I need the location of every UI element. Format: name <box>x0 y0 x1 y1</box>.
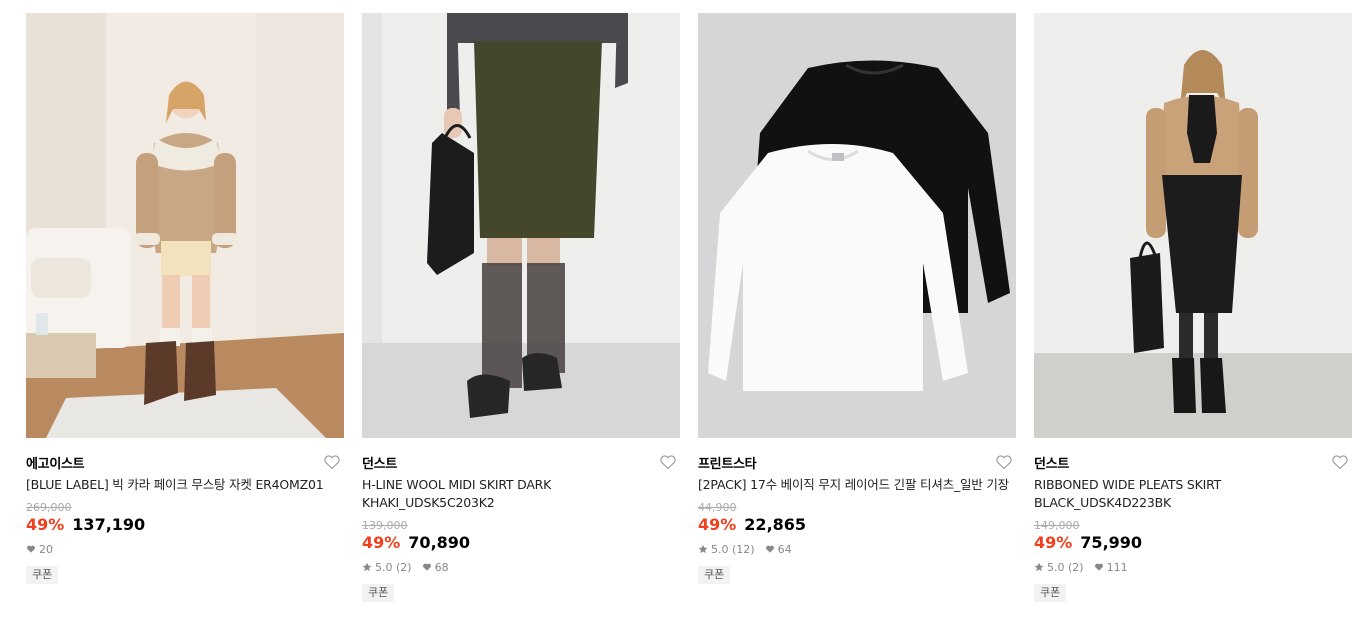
coupon-badge: 쿠폰 <box>26 566 59 584</box>
heart-icon[interactable] <box>1331 453 1349 471</box>
product-image[interactable] <box>26 13 344 438</box>
rating: 5.0 (2) <box>375 560 412 574</box>
product-card[interactable]: 에고이스트 [BLUE LABEL] 빅 카라 페이크 무스탕 자켓 ER4OM… <box>26 13 344 602</box>
star-icon <box>1034 562 1044 572</box>
star-icon <box>698 544 708 554</box>
product-title[interactable]: [BLUE LABEL] 빅 카라 페이크 무스탕 자켓 ER4OMZ01 <box>26 476 344 494</box>
heart-filled-icon <box>27 545 35 553</box>
product-title[interactable]: H-LINE WOOL MIDI SKIRT DARK KHAKI_UDSK5C… <box>362 476 680 512</box>
heart-filled-icon <box>422 563 431 571</box>
heart-icon[interactable] <box>323 453 341 471</box>
heart-filled-icon <box>765 545 774 553</box>
product-card[interactable]: 던스트 H-LINE WOOL MIDI SKIRT DARK KHAKI_UD… <box>362 13 680 602</box>
original-price: 149,000 <box>1034 519 1080 532</box>
like-count: 64 <box>777 542 792 556</box>
heart-filled-icon <box>1094 563 1103 571</box>
product-image[interactable] <box>1034 13 1352 438</box>
product-title[interactable]: [2PACK] 17수 베이직 무지 레이어드 긴팔 티셔츠_일반 기장 <box>698 476 1016 494</box>
discount-rate: 49% <box>698 515 737 534</box>
product-grid: 에고이스트 [BLUE LABEL] 빅 카라 페이크 무스탕 자켓 ER4OM… <box>26 13 1352 602</box>
product-meta: 5.0 (2) 68 <box>362 560 680 574</box>
sale-price: 75,990 <box>1080 533 1143 552</box>
sale-price: 70,890 <box>408 533 471 552</box>
like-count: 111 <box>1106 560 1128 574</box>
brand-name[interactable]: 던스트 <box>1034 453 1069 472</box>
product-image[interactable] <box>362 13 680 438</box>
heart-icon[interactable] <box>995 453 1013 471</box>
product-image[interactable] <box>698 13 1016 438</box>
coupon-badge: 쿠폰 <box>362 584 395 602</box>
brand-name[interactable]: 던스트 <box>362 453 397 472</box>
rating: 5.0 (2) <box>1047 560 1084 574</box>
discount-rate: 49% <box>362 533 401 552</box>
discount-rate: 49% <box>1034 533 1073 552</box>
product-meta: 5.0 (2) 111 <box>1034 560 1352 574</box>
coupon-badge: 쿠폰 <box>698 566 731 584</box>
product-title[interactable]: RIBBONED WIDE PLEATS SKIRT BLACK_UDSK4D2… <box>1034 476 1352 512</box>
discount-rate: 49% <box>26 515 65 534</box>
original-price: 139,000 <box>362 519 408 532</box>
original-price: 269,000 <box>26 501 72 514</box>
brand-name[interactable]: 에고이스트 <box>26 453 85 472</box>
product-meta: 20 <box>26 542 344 556</box>
rating: 5.0 (12) <box>711 542 755 556</box>
product-card[interactable]: 던스트 RIBBONED WIDE PLEATS SKIRT BLACK_UDS… <box>1034 13 1352 602</box>
sale-price: 22,865 <box>744 515 807 534</box>
sale-price: 137,190 <box>72 515 146 534</box>
original-price: 44,900 <box>698 501 737 514</box>
like-count: 68 <box>434 560 449 574</box>
brand-name[interactable]: 프린트스타 <box>698 453 757 472</box>
product-card[interactable]: 프린트스타 [2PACK] 17수 베이직 무지 레이어드 긴팔 티셔츠_일반 … <box>698 13 1016 602</box>
product-meta: 5.0 (12) 64 <box>698 542 1016 556</box>
heart-icon[interactable] <box>659 453 677 471</box>
star-icon <box>362 562 372 572</box>
coupon-badge: 쿠폰 <box>1034 584 1067 602</box>
like-count: 20 <box>39 542 53 556</box>
